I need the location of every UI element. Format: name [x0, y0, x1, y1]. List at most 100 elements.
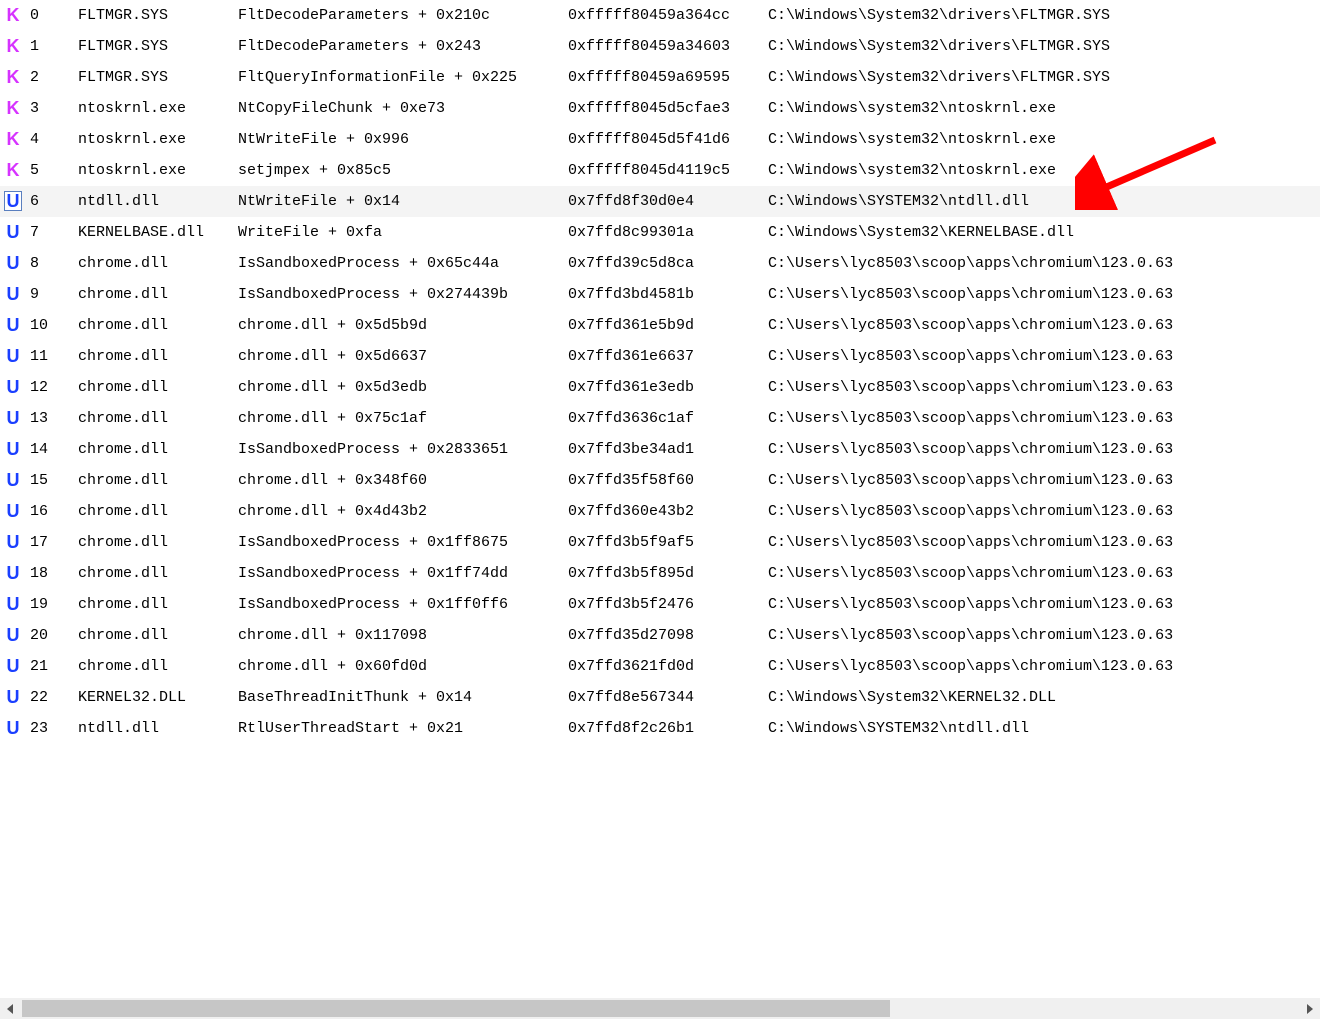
frame-index: 23 — [26, 713, 78, 744]
frame-function: RtlUserThreadStart + 0x21 — [238, 713, 568, 744]
stack-frame-row[interactable]: U7KERNELBASE.dllWriteFile + 0xfa0x7ffd8c… — [0, 217, 1320, 248]
user-mode-icon: U — [4, 626, 22, 644]
frame-index: 13 — [26, 403, 78, 434]
user-mode-icon: U — [4, 254, 22, 272]
frame-address: 0x7ffd39c5d8ca — [568, 248, 768, 279]
stack-frame-row[interactable]: U17chrome.dllIsSandboxedProcess + 0x1ff8… — [0, 527, 1320, 558]
frame-function: NtWriteFile + 0x14 — [238, 186, 568, 217]
scroll-right-button[interactable] — [1298, 998, 1320, 1019]
frame-module: ntoskrnl.exe — [78, 124, 238, 155]
frame-index: 21 — [26, 651, 78, 682]
frame-index: 1 — [26, 31, 78, 62]
frame-path: C:\Windows\system32\ntoskrnl.exe — [768, 155, 1320, 186]
kernel-mode-icon: K — [4, 68, 22, 86]
stack-frame-row[interactable]: U18chrome.dllIsSandboxedProcess + 0x1ff7… — [0, 558, 1320, 589]
frame-module: chrome.dll — [78, 527, 238, 558]
frame-module: ntdll.dll — [78, 186, 238, 217]
frame-module: chrome.dll — [78, 310, 238, 341]
frame-address: 0x7ffd8f30d0e4 — [568, 186, 768, 217]
frame-module: chrome.dll — [78, 558, 238, 589]
stack-frame-row[interactable]: U6ntdll.dllNtWriteFile + 0x140x7ffd8f30d… — [0, 186, 1320, 217]
frame-path: C:\Windows\System32\KERNELBASE.dll — [768, 217, 1320, 248]
stack-frame-row[interactable]: U22KERNEL32.DLLBaseThreadInitThunk + 0x1… — [0, 682, 1320, 713]
stack-frame-row[interactable]: U20chrome.dllchrome.dll + 0x1170980x7ffd… — [0, 620, 1320, 651]
frame-index: 3 — [26, 93, 78, 124]
user-mode-icon: U — [4, 378, 22, 396]
frame-address: 0x7ffd8e567344 — [568, 682, 768, 713]
stack-frame-row[interactable]: U9chrome.dllIsSandboxedProcess + 0x27443… — [0, 279, 1320, 310]
frame-index: 5 — [26, 155, 78, 186]
frame-path: C:\Users\lyc8503\scoop\apps\chromium\123… — [768, 589, 1320, 620]
kernel-mode-icon: K — [4, 6, 22, 24]
stack-frame-row[interactable]: U19chrome.dllIsSandboxedProcess + 0x1ff0… — [0, 589, 1320, 620]
frame-address: 0x7ffd8c99301a — [568, 217, 768, 248]
frame-address: 0x7ffd3636c1af — [568, 403, 768, 434]
stack-frame-row[interactable]: U15chrome.dllchrome.dll + 0x348f600x7ffd… — [0, 465, 1320, 496]
frame-function: IsSandboxedProcess + 0x2833651 — [238, 434, 568, 465]
frame-module: KERNEL32.DLL — [78, 682, 238, 713]
frame-index: 11 — [26, 341, 78, 372]
stack-frame-row[interactable]: K0FLTMGR.SYSFltDecodeParameters + 0x210c… — [0, 0, 1320, 31]
scroll-thumb[interactable] — [22, 1000, 890, 1017]
frame-index: 14 — [26, 434, 78, 465]
frame-module: chrome.dll — [78, 279, 238, 310]
frame-path: C:\Windows\system32\ntoskrnl.exe — [768, 124, 1320, 155]
frame-path: C:\Users\lyc8503\scoop\apps\chromium\123… — [768, 341, 1320, 372]
frame-module: ntoskrnl.exe — [78, 155, 238, 186]
stack-frame-row[interactable]: K5ntoskrnl.exesetjmpex + 0x85c50xfffff80… — [0, 155, 1320, 186]
user-mode-icon: U — [4, 316, 22, 334]
frame-module: chrome.dll — [78, 403, 238, 434]
kernel-mode-icon: K — [4, 130, 22, 148]
frame-address: 0xfffff8045d5f41d6 — [568, 124, 768, 155]
frame-index: 9 — [26, 279, 78, 310]
frame-module: chrome.dll — [78, 620, 238, 651]
frame-index: 16 — [26, 496, 78, 527]
stack-frame-row[interactable]: U8chrome.dllIsSandboxedProcess + 0x65c44… — [0, 248, 1320, 279]
frame-path: C:\Users\lyc8503\scoop\apps\chromium\123… — [768, 403, 1320, 434]
frame-index: 0 — [26, 0, 78, 31]
stack-frame-row[interactable]: U23ntdll.dllRtlUserThreadStart + 0x210x7… — [0, 713, 1320, 744]
frame-address: 0xfffff80459a34603 — [568, 31, 768, 62]
scroll-track[interactable] — [22, 998, 1298, 1019]
frame-function: IsSandboxedProcess + 0x274439b — [238, 279, 568, 310]
stack-frame-row[interactable]: U16chrome.dllchrome.dll + 0x4d43b20x7ffd… — [0, 496, 1320, 527]
frame-address: 0xfffff80459a364cc — [568, 0, 768, 31]
user-mode-icon: U — [4, 502, 22, 520]
frame-index: 19 — [26, 589, 78, 620]
frame-address: 0x7ffd8f2c26b1 — [568, 713, 768, 744]
frame-address: 0x7ffd3be34ad1 — [568, 434, 768, 465]
kernel-mode-icon: K — [4, 99, 22, 117]
horizontal-scrollbar[interactable] — [0, 997, 1320, 1019]
stack-frames-pane[interactable]: K0FLTMGR.SYSFltDecodeParameters + 0x210c… — [0, 0, 1320, 997]
user-mode-icon: U — [4, 657, 22, 675]
frame-module: chrome.dll — [78, 248, 238, 279]
frame-module: chrome.dll — [78, 465, 238, 496]
frame-function: BaseThreadInitThunk + 0x14 — [238, 682, 568, 713]
frame-path: C:\Users\lyc8503\scoop\apps\chromium\123… — [768, 496, 1320, 527]
frame-function: IsSandboxedProcess + 0x1ff8675 — [238, 527, 568, 558]
stack-frame-row[interactable]: U11chrome.dllchrome.dll + 0x5d66370x7ffd… — [0, 341, 1320, 372]
frame-path: C:\Windows\system32\ntoskrnl.exe — [768, 93, 1320, 124]
frame-function: NtWriteFile + 0x996 — [238, 124, 568, 155]
frame-index: 22 — [26, 682, 78, 713]
frame-index: 18 — [26, 558, 78, 589]
frame-index: 10 — [26, 310, 78, 341]
frame-module: FLTMGR.SYS — [78, 0, 238, 31]
kernel-mode-icon: K — [4, 37, 22, 55]
stack-frame-row[interactable]: U14chrome.dllIsSandboxedProcess + 0x2833… — [0, 434, 1320, 465]
stack-frame-row[interactable]: U10chrome.dllchrome.dll + 0x5d5b9d0x7ffd… — [0, 310, 1320, 341]
stack-frame-row[interactable]: K1FLTMGR.SYSFltDecodeParameters + 0x2430… — [0, 31, 1320, 62]
scroll-left-button[interactable] — [0, 998, 22, 1019]
stack-frame-row[interactable]: K4ntoskrnl.exeNtWriteFile + 0x9960xfffff… — [0, 124, 1320, 155]
user-mode-icon: U — [4, 191, 22, 211]
stack-frame-row[interactable]: U21chrome.dllchrome.dll + 0x60fd0d0x7ffd… — [0, 651, 1320, 682]
frame-path: C:\Windows\SYSTEM32\ntdll.dll — [768, 713, 1320, 744]
stack-frame-row[interactable]: K3ntoskrnl.exeNtCopyFileChunk + 0xe730xf… — [0, 93, 1320, 124]
stack-frame-row[interactable]: U13chrome.dllchrome.dll + 0x75c1af0x7ffd… — [0, 403, 1320, 434]
user-mode-icon: U — [4, 595, 22, 613]
frame-function: chrome.dll + 0x75c1af — [238, 403, 568, 434]
frame-path: C:\Users\lyc8503\scoop\apps\chromium\123… — [768, 465, 1320, 496]
stack-frame-row[interactable]: K2FLTMGR.SYSFltQueryInformationFile + 0x… — [0, 62, 1320, 93]
stack-frame-row[interactable]: U12chrome.dllchrome.dll + 0x5d3edb0x7ffd… — [0, 372, 1320, 403]
frame-index: 7 — [26, 217, 78, 248]
